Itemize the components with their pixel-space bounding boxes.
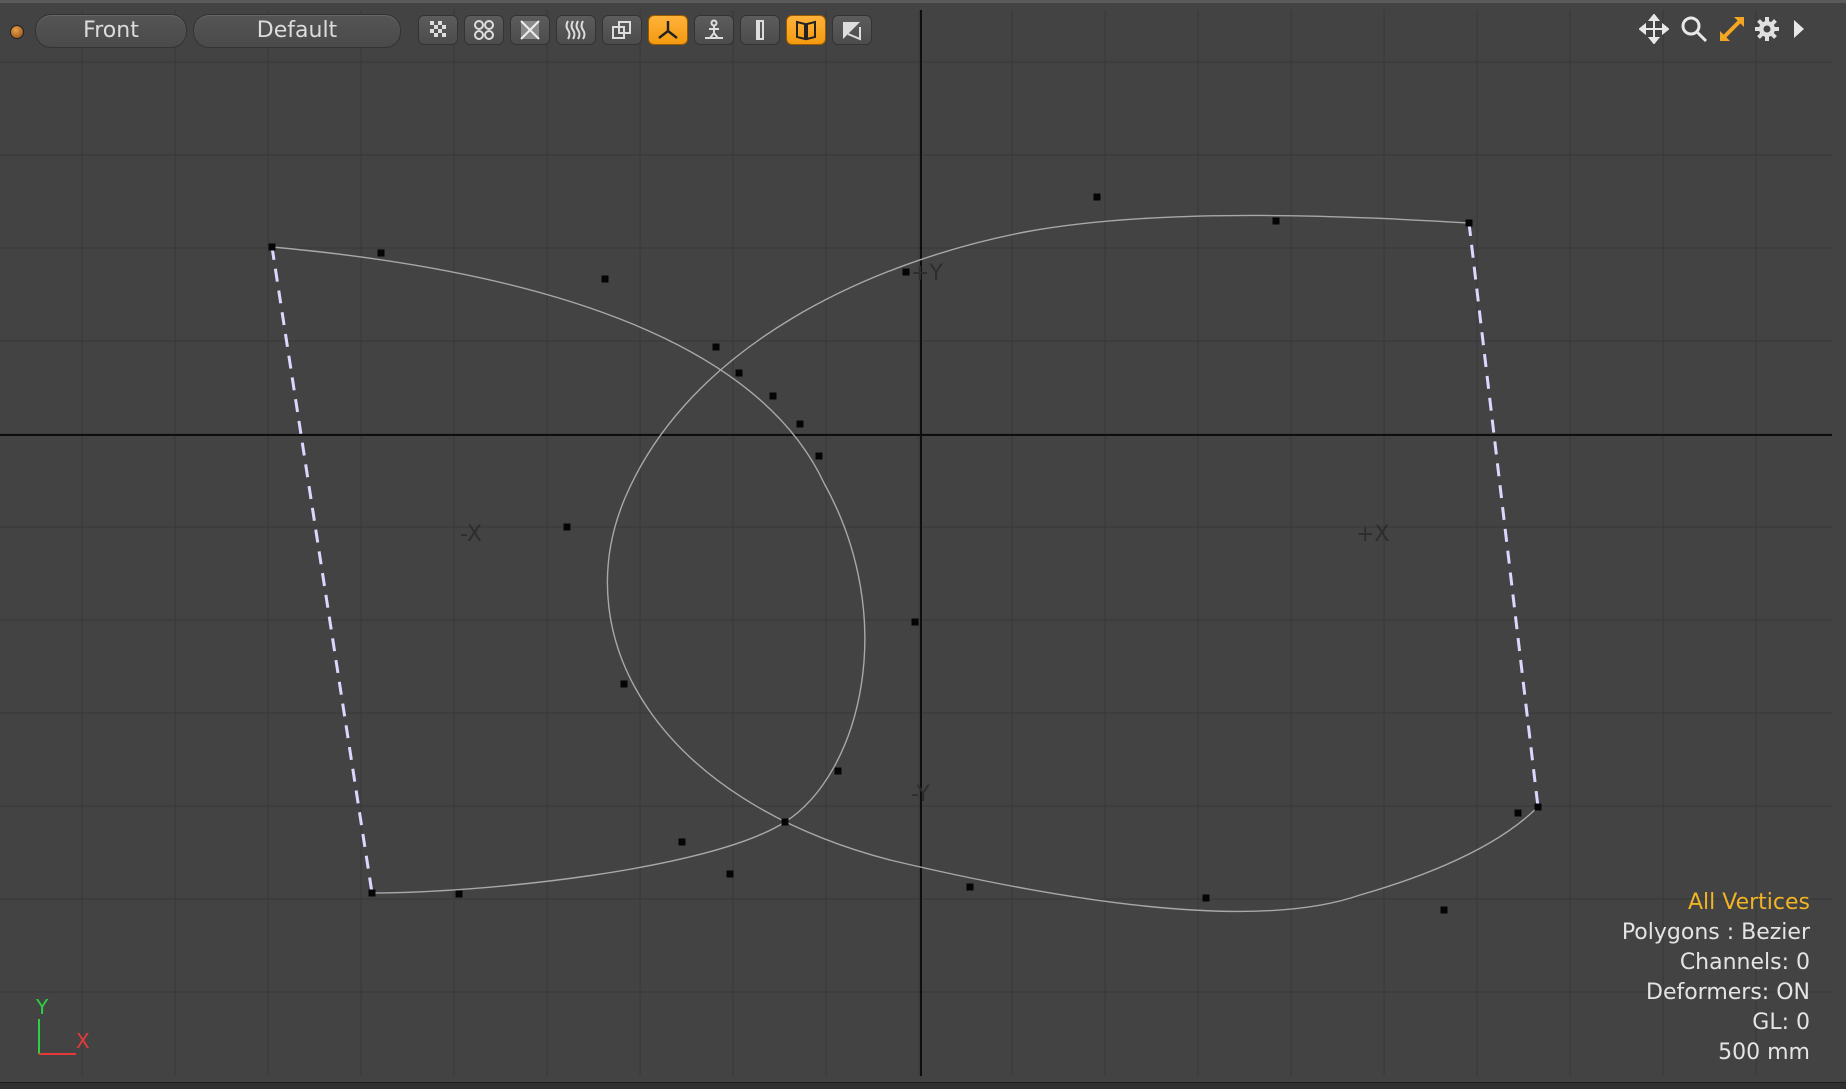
gizmo-x-label: X — [76, 1029, 90, 1053]
control-vertex[interactable] — [796, 420, 804, 428]
axis-label-neg-x: -X — [460, 522, 482, 547]
control-vertex[interactable] — [781, 818, 789, 826]
viewport-options-dot[interactable] — [10, 25, 24, 39]
polygons-type-text: Polygons : Bezier — [1621, 920, 1810, 945]
control-vertex[interactable] — [678, 838, 686, 846]
control-vertex[interactable] — [1272, 217, 1280, 225]
corner-arrow-icon[interactable] — [832, 15, 872, 45]
control-vertex[interactable] — [1534, 803, 1542, 811]
grid-lines — [0, 10, 1832, 1076]
book-icon[interactable] — [786, 15, 826, 45]
control-vertex[interactable] — [1465, 219, 1473, 227]
control-vertex[interactable] — [815, 452, 823, 460]
wireframe-x-icon[interactable] — [510, 15, 550, 45]
control-vertex[interactable] — [620, 680, 628, 688]
channels-text: Channels: 0 — [1679, 950, 1810, 975]
checker-icon[interactable] — [418, 15, 458, 45]
control-vertex[interactable] — [1514, 809, 1522, 817]
gear-icon[interactable] — [1750, 12, 1784, 46]
style-dropdown[interactable]: Default — [193, 14, 401, 48]
dashed-edge-right — [1467, 222, 1540, 808]
control-vertex[interactable] — [769, 392, 777, 400]
axis-gizmo: Y X — [32, 995, 92, 1055]
scale-icon[interactable] — [1715, 12, 1749, 46]
control-vertex[interactable] — [712, 343, 720, 351]
viewport-scene[interactable] — [0, 0, 1846, 1089]
grid-dots-icon[interactable] — [464, 15, 504, 45]
view-dropdown[interactable]: Front — [35, 14, 187, 48]
waves-icon[interactable] — [556, 15, 596, 45]
control-vertex[interactable] — [726, 870, 734, 878]
control-vertex[interactable] — [966, 883, 974, 891]
viewport-info-panel: All Vertices Polygons : Bezier Channels:… — [1622, 888, 1810, 1068]
dashed-edge-left — [270, 246, 374, 894]
overlap-squares-icon[interactable] — [602, 15, 642, 45]
zoom-icon[interactable] — [1677, 12, 1711, 46]
control-vertex[interactable] — [268, 243, 276, 251]
gl-text: GL: 0 — [1752, 1010, 1810, 1035]
viewport-bottom-border — [0, 1082, 1846, 1089]
control-vertex[interactable] — [834, 767, 842, 775]
deformers-text: Deformers: ON — [1646, 980, 1810, 1005]
bezier-curve-bottom — [606, 214, 1539, 913]
control-vertex[interactable] — [735, 369, 743, 377]
viewport-front[interactable]: +Y -Y -X +X Front Default All Vertices P… — [0, 0, 1846, 1089]
selection-mode-text: All Vertices — [1687, 890, 1810, 915]
axis-label-pos-y: +Y — [911, 261, 943, 286]
axis-tripod-icon[interactable] — [648, 15, 688, 45]
half-shape-icon[interactable] — [740, 15, 780, 45]
control-vertex[interactable] — [455, 890, 463, 898]
control-vertex[interactable] — [902, 268, 910, 276]
control-vertex[interactable] — [1093, 193, 1101, 201]
axis-label-neg-y: -Y — [911, 782, 930, 807]
control-vertex[interactable] — [368, 889, 376, 897]
viewport-toolbar: Front Default — [0, 6, 1846, 50]
gizmo-y-label: Y — [36, 995, 49, 1019]
axis-label-pos-x: +X — [1356, 522, 1390, 547]
control-vertex[interactable] — [377, 249, 385, 257]
grid-size-text: 500 mm — [1718, 1040, 1810, 1065]
play-arrow-icon[interactable] — [1782, 12, 1816, 46]
figure-stand-icon[interactable] — [694, 15, 734, 45]
control-vertex[interactable] — [563, 523, 571, 531]
control-vertex[interactable] — [601, 275, 609, 283]
control-vertex[interactable] — [1440, 906, 1448, 914]
control-vertex[interactable] — [1202, 894, 1210, 902]
move-icon[interactable] — [1637, 12, 1671, 46]
control-vertex[interactable] — [911, 618, 919, 626]
